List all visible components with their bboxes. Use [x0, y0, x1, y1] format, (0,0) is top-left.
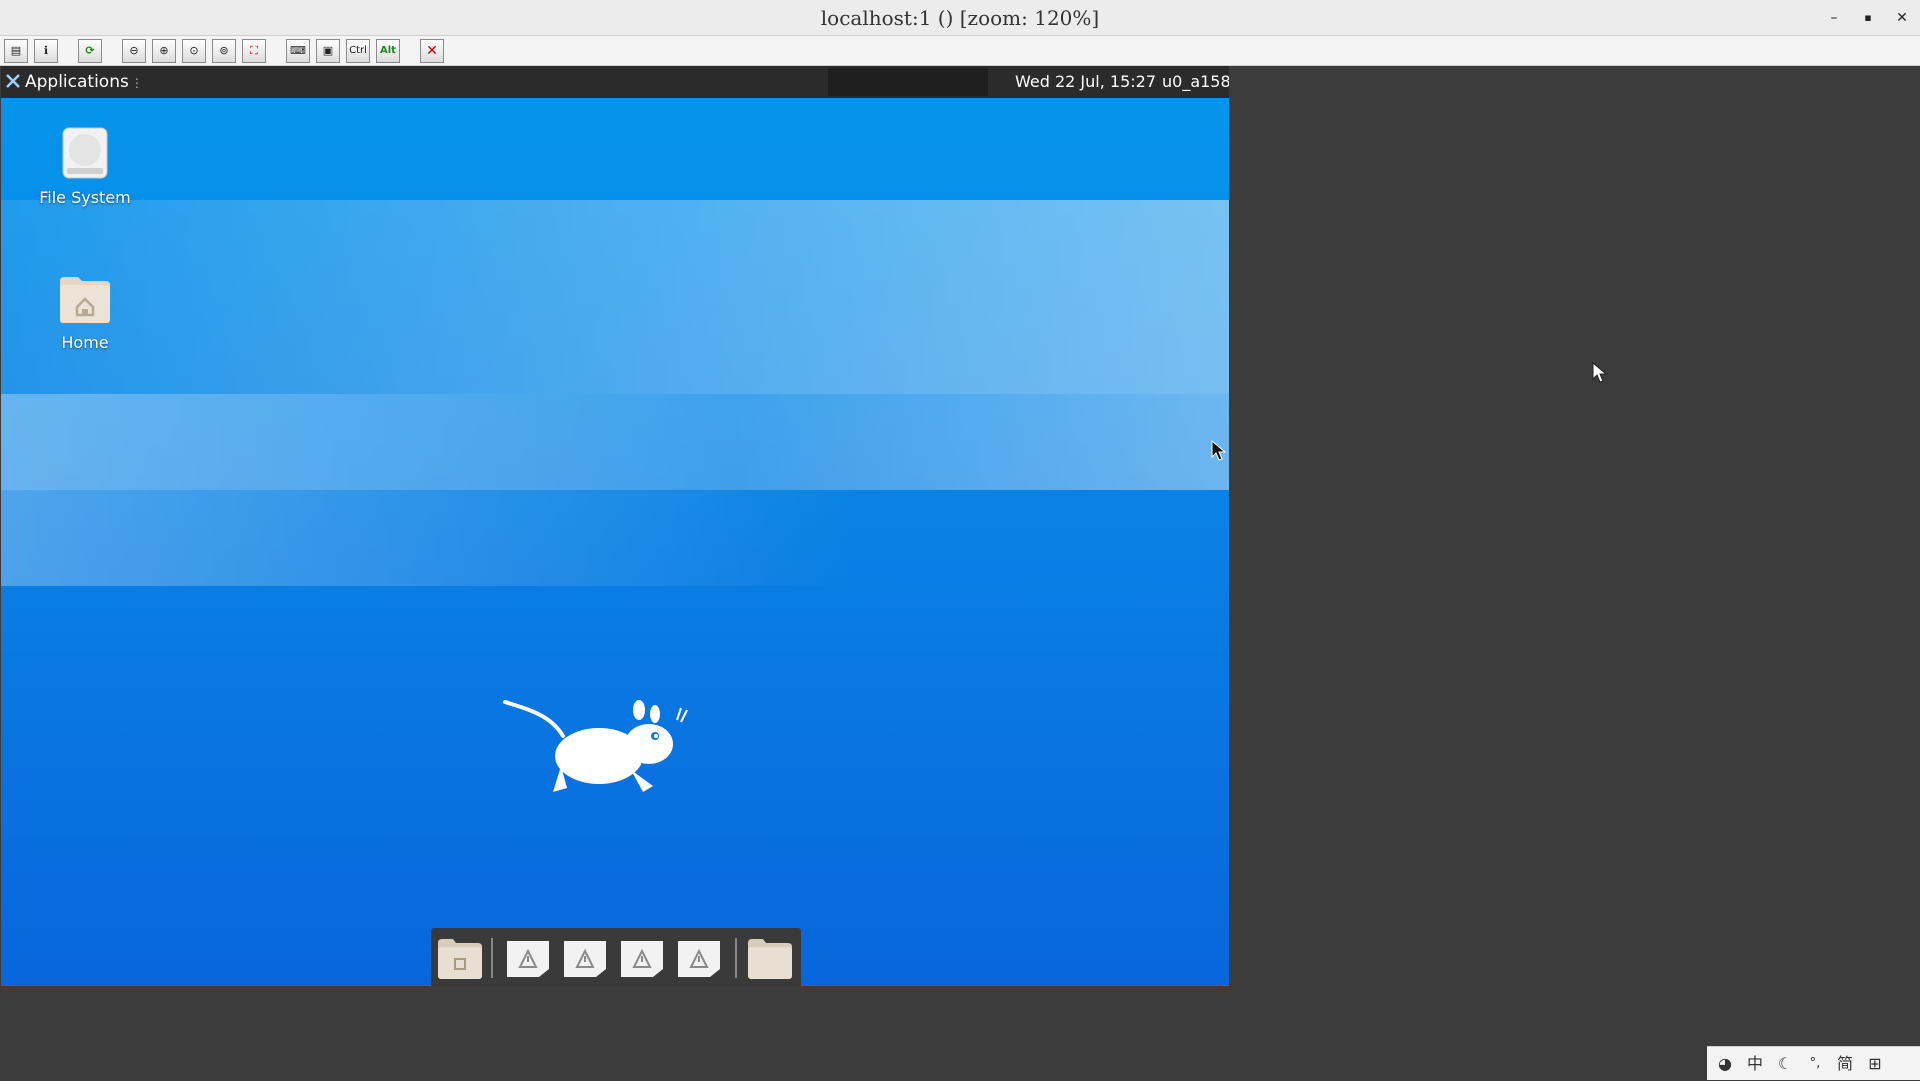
dock-separator: [735, 938, 737, 978]
window-title: localhost:1 () [zoom: 120%]: [820, 6, 1100, 30]
zoom-fit-icon[interactable]: ⊚: [212, 39, 236, 63]
minimize-button[interactable]: –: [1820, 6, 1848, 30]
ime-moon-icon[interactable]: ☾: [1771, 1047, 1799, 1081]
xfce-logo-icon: [6, 74, 20, 88]
vnc-toolbar: ▤ ℹ ⟳ ⊖ ⊕ ⊙ ⊚ ⛶ ⌨ ▣ Ctrl Alt ✕: [0, 36, 1920, 66]
alt-key-button[interactable]: Alt: [376, 39, 400, 63]
file-manager-icon[interactable]: [437, 937, 483, 979]
zoom-reset-icon[interactable]: ⊙: [182, 39, 206, 63]
warning-file-icon[interactable]: [562, 937, 608, 979]
ime-chinese-mode[interactable]: 中: [1741, 1047, 1769, 1081]
ime-punctuation[interactable]: °,: [1801, 1047, 1829, 1081]
panel-clock[interactable]: Wed 22 Jul, 15:27: [1015, 66, 1156, 98]
ctrl-alt-del-icon[interactable]: ⌨: [286, 39, 310, 63]
applications-handle: ⋮: [130, 76, 143, 90]
zoom-out-icon[interactable]: ⊖: [122, 39, 146, 63]
workspace-4[interactable]: [948, 68, 988, 96]
warning-file-icon[interactable]: [676, 937, 722, 979]
maximize-button[interactable]: ▪: [1854, 6, 1882, 30]
warning-file-icon[interactable]: [505, 937, 551, 979]
warning-file-icon[interactable]: [619, 937, 665, 979]
screenshot-icon[interactable]: ▣: [316, 39, 340, 63]
workspace-3[interactable]: [908, 68, 948, 96]
drive-icon: [62, 127, 108, 179]
wallpaper-band: [1, 394, 1229, 490]
wallpaper-band: [1, 490, 1229, 586]
refresh-icon[interactable]: ⟳: [78, 39, 102, 63]
home-label: Home: [61, 333, 109, 352]
options-icon[interactable]: ▤: [4, 39, 28, 63]
applications-label: Applications: [25, 72, 129, 92]
desktop-icon-file-system[interactable]: File System: [20, 126, 150, 207]
ctrl-key-button[interactable]: Ctrl: [346, 39, 370, 63]
applications-menu[interactable]: Applications ⋮: [5, 66, 143, 98]
wallpaper-band: [1, 200, 1229, 394]
ime-grid-icon[interactable]: ⊞: [1861, 1047, 1889, 1081]
xfce-dock: [431, 928, 801, 986]
panel-user[interactable]: u0_a158: [1162, 66, 1229, 98]
xfce-top-panel: Applications ⋮ Wed 22 Jul, 15:27 u0_a158: [1, 66, 1229, 98]
file-system-label: File System: [39, 188, 131, 207]
disconnect-icon[interactable]: ✕: [420, 39, 444, 63]
workspace-2[interactable]: [868, 68, 908, 96]
window-titlebar: localhost:1 () [zoom: 120%] – ▪ ✕: [0, 0, 1920, 36]
remote-mouse-cursor-icon: [1211, 440, 1227, 461]
remote-desktop[interactable]: Applications ⋮ Wed 22 Jul, 15:27 u0_a158 …: [1, 66, 1229, 986]
close-button[interactable]: ✕: [1888, 6, 1916, 30]
zoom-in-icon[interactable]: ⊕: [152, 39, 176, 63]
xfce-mouse-logo-icon: [503, 700, 688, 792]
dock-separator: [491, 938, 493, 978]
ime-logo-icon[interactable]: ◕: [1711, 1047, 1739, 1081]
home-folder-icon: [60, 277, 110, 323]
desktop-icon-home[interactable]: Home: [20, 271, 150, 352]
folder-icon[interactable]: [747, 937, 793, 979]
ime-tray: ◕ 中 ☾ °, 简 ⊞: [1707, 1046, 1920, 1080]
ime-simplified[interactable]: 简: [1831, 1047, 1859, 1081]
info-icon[interactable]: ℹ: [34, 39, 58, 63]
fullscreen-icon[interactable]: ⛶: [242, 39, 266, 63]
mouse-cursor-icon: [1592, 362, 1608, 383]
workspace-1[interactable]: [828, 68, 868, 96]
